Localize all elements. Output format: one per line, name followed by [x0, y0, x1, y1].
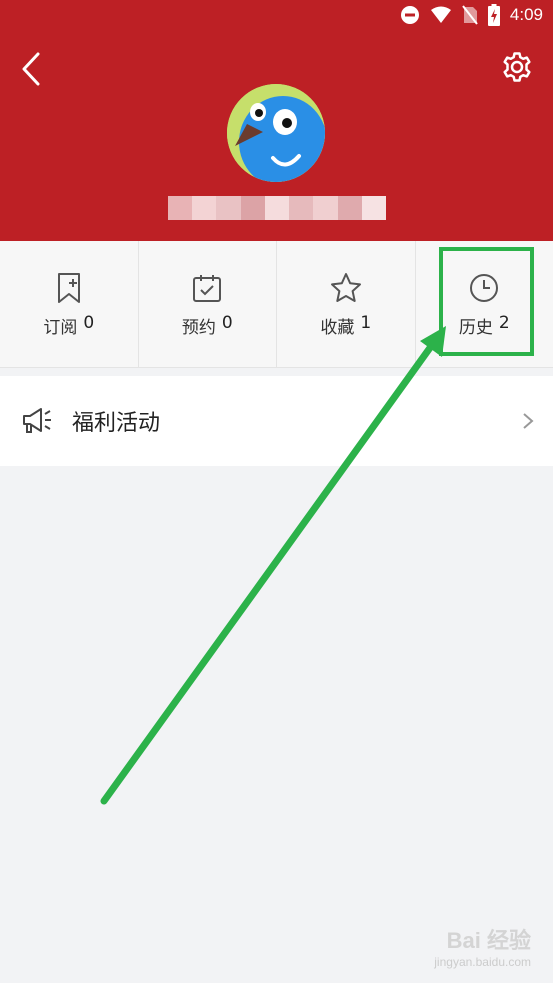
stats-row: 订阅 0 预约 0 收藏 1 历史 2 [0, 241, 553, 368]
stat-count: 0 [83, 312, 95, 333]
chevron-right-icon [523, 413, 534, 429]
status-time: 4:09 [509, 5, 543, 24]
welfare-menu-item[interactable]: 福利活动 [0, 376, 553, 466]
battery-charging-icon [487, 4, 500, 26]
avatar[interactable] [227, 84, 325, 182]
stat-favorites[interactable]: 收藏 1 [276, 241, 415, 367]
stat-label: 收藏 [320, 317, 355, 338]
bird-avatar-icon [227, 84, 325, 182]
back-button[interactable] [14, 50, 48, 88]
gear-icon [503, 52, 531, 82]
welfare-label: 福利活动 [72, 411, 161, 436]
stat-history[interactable]: 历史 2 [414, 241, 553, 367]
megaphone-icon [20, 404, 54, 438]
wifi-icon [430, 6, 451, 23]
bookmark-plus-icon [52, 271, 86, 305]
stat-reservations[interactable]: 预约 0 [137, 241, 277, 367]
stat-label: 预约 [181, 317, 216, 338]
stat-count: 1 [360, 312, 372, 333]
status-bar: 4:09 [400, 0, 553, 30]
chevron-left-icon [22, 52, 40, 86]
calendar-check-icon [190, 271, 224, 305]
watermark-main: Bai 经验 [446, 928, 531, 953]
settings-button[interactable] [499, 48, 535, 86]
baidu-watermark: Bai 经验 jingyan.baidu.com [434, 923, 531, 969]
stat-count: 2 [498, 312, 510, 333]
star-icon [329, 271, 363, 305]
username-blurred [168, 196, 386, 220]
profile-header: 4:09 [0, 0, 553, 241]
stat-count: 0 [221, 312, 233, 333]
no-sim-icon [462, 5, 478, 25]
stat-label: 历史 [458, 317, 493, 338]
stat-label: 订阅 [43, 317, 78, 338]
do-not-disturb-icon [400, 6, 419, 24]
stat-subscriptions[interactable]: 订阅 0 [0, 241, 138, 367]
clock-icon [467, 271, 501, 305]
watermark-sub: jingyan.baidu.com [434, 955, 531, 969]
